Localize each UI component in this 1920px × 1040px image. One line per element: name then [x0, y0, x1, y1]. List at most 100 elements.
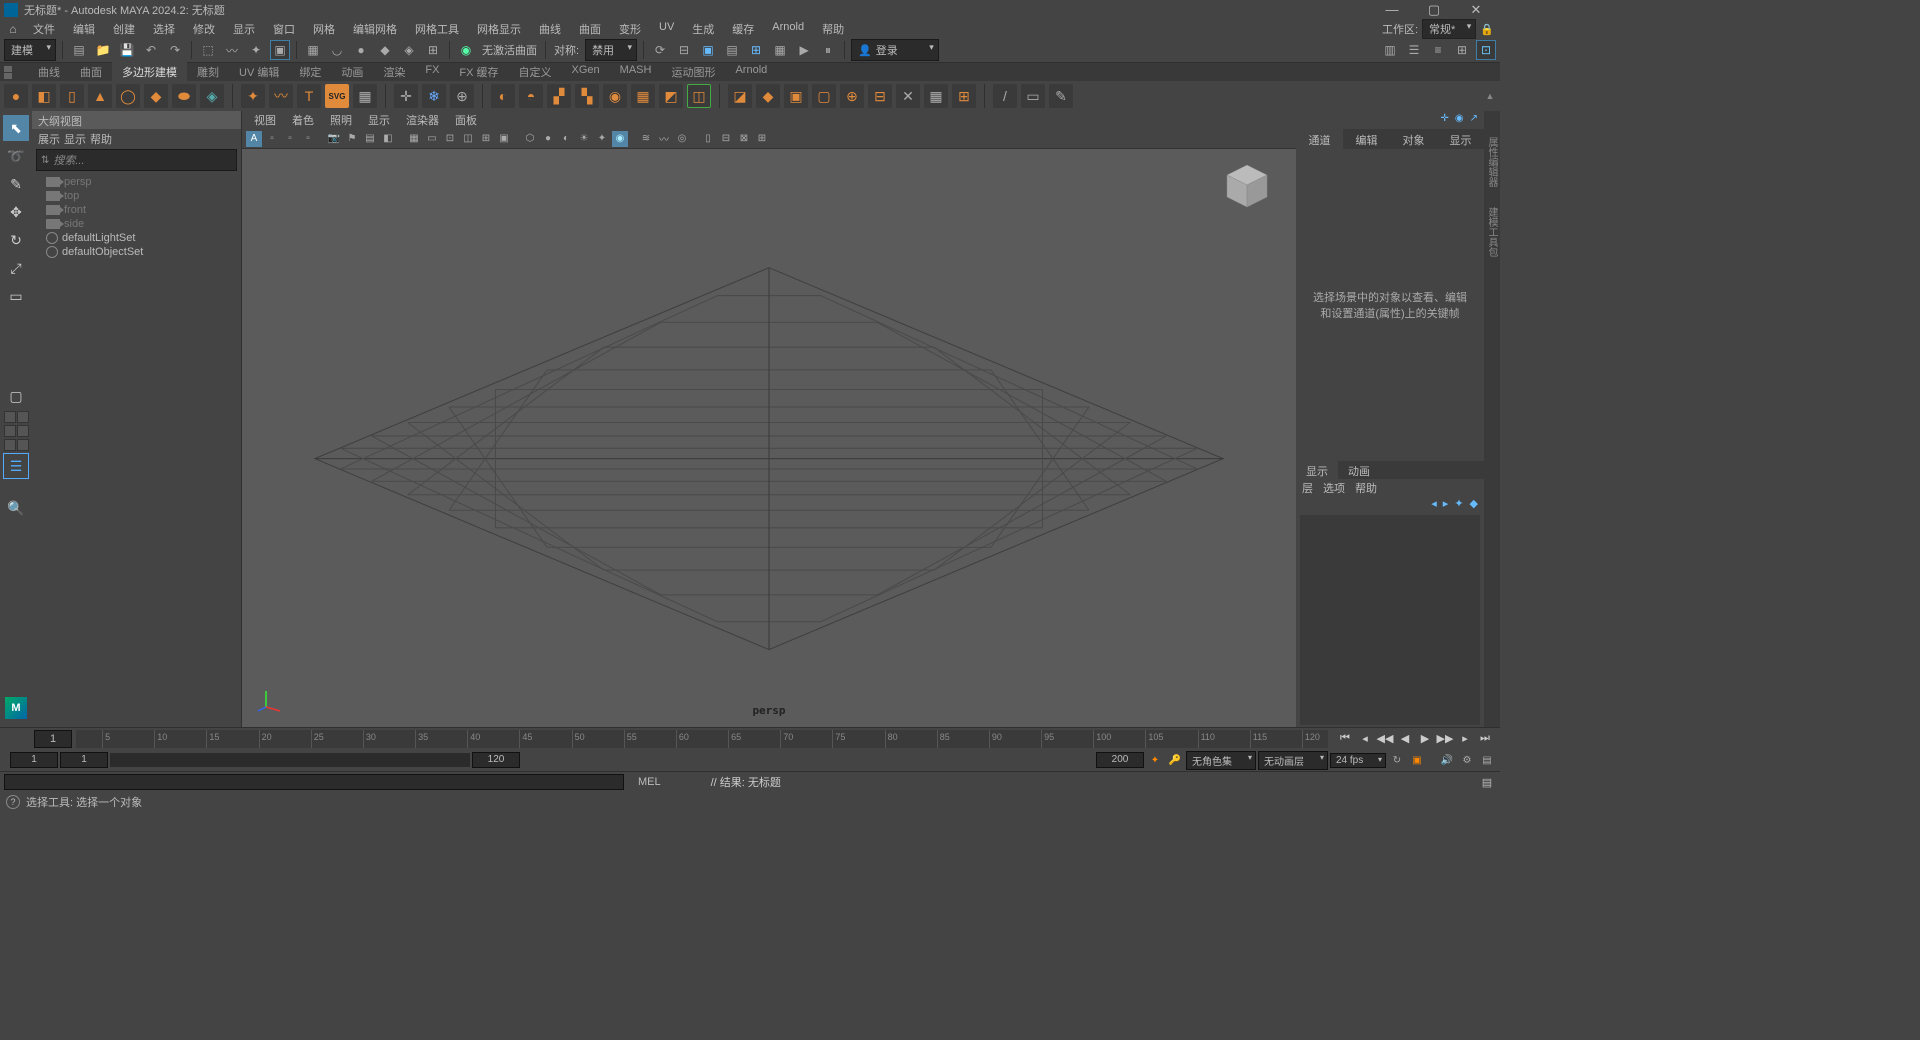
- paint-select-icon[interactable]: ✦: [246, 40, 266, 60]
- shelf-tab-6[interactable]: 动画: [331, 62, 373, 82]
- menu-Arnold[interactable]: Arnold: [763, 21, 813, 37]
- play-forward-button[interactable]: ▶: [1416, 730, 1434, 748]
- vp-xray-joint-icon[interactable]: ⊠: [736, 131, 752, 147]
- go-to-start-button[interactable]: ⏮: [1336, 730, 1354, 748]
- new-scene-icon[interactable]: ▤: [69, 40, 89, 60]
- retopo-icon[interactable]: ▦: [631, 84, 655, 108]
- vp-field-chart-icon[interactable]: ⊞: [478, 131, 494, 147]
- vp-menu-照明[interactable]: 照明: [322, 112, 360, 128]
- shelf-tab-0[interactable]: 曲线: [28, 62, 70, 82]
- search-tool-button[interactable]: 🔍: [3, 495, 29, 521]
- menu-文件[interactable]: 文件: [24, 21, 64, 37]
- rotate-tool-button[interactable]: ↻: [3, 227, 29, 253]
- lasso-tool-button[interactable]: ➰: [3, 143, 29, 169]
- select-mode-icon[interactable]: ⬚: [198, 40, 218, 60]
- channel-tab-显示[interactable]: 显示: [1437, 129, 1484, 149]
- channel-icon-3[interactable]: ↗: [1470, 113, 1478, 127]
- collapse-icon[interactable]: ⊟: [868, 84, 892, 108]
- vp-menu-面板[interactable]: 面板: [447, 112, 485, 128]
- poly-torus-icon[interactable]: ◯: [116, 84, 140, 108]
- range-track[interactable]: [110, 753, 470, 767]
- layer-move-down-icon[interactable]: ▸: [1443, 497, 1449, 511]
- autokey-toggle-icon[interactable]: ▣: [1408, 751, 1426, 769]
- vp-expose-icon[interactable]: ⊞: [754, 131, 770, 147]
- menu-帮助[interactable]: 帮助: [813, 21, 853, 37]
- command-input[interactable]: [4, 774, 624, 790]
- poly-cone-icon[interactable]: ▲: [88, 84, 112, 108]
- viewport-canvas[interactable]: persp: [242, 149, 1296, 727]
- sel-mask-icon[interactable]: ▣: [270, 40, 290, 60]
- viewcube-icon[interactable]: [1222, 161, 1272, 211]
- snap-grid-icon[interactable]: ▦: [303, 40, 323, 60]
- panel-layout-2-icon[interactable]: ☰: [1404, 40, 1424, 60]
- vp-2d-icon[interactable]: ◧: [380, 131, 396, 147]
- outliner-item-top[interactable]: top: [32, 189, 241, 203]
- menu-编辑网格[interactable]: 编辑网格: [344, 21, 406, 37]
- vp-menu-视图[interactable]: 视图: [246, 112, 284, 128]
- display-tab-显示[interactable]: 显示: [1296, 461, 1338, 479]
- ipr-render-icon[interactable]: ▤: [722, 40, 742, 60]
- bevel-icon[interactable]: ◆: [756, 84, 780, 108]
- menu-网格工具[interactable]: 网格工具: [406, 21, 468, 37]
- layer-menu-选项[interactable]: 选项: [1323, 480, 1345, 494]
- vp-safe-action-icon[interactable]: ▣: [496, 131, 512, 147]
- layout-small-4[interactable]: [17, 425, 29, 437]
- outliner-item-front[interactable]: front: [32, 203, 241, 217]
- help-icon[interactable]: ?: [6, 795, 20, 809]
- subdiv-icon[interactable]: ◉: [603, 84, 627, 108]
- step-forward-button[interactable]: ▶▶: [1436, 730, 1454, 748]
- vp-cam-icon[interactable]: 📷: [326, 131, 342, 147]
- vp-menu-显示[interactable]: 显示: [360, 112, 398, 128]
- lock-icon[interactable]: 🔒: [1480, 23, 1494, 36]
- audio-icon[interactable]: 🔊: [1438, 751, 1456, 769]
- outliner-item-defaultObjectSet[interactable]: defaultObjectSet: [32, 245, 241, 259]
- save-scene-icon[interactable]: 💾: [117, 40, 137, 60]
- connect-icon[interactable]: ⊞: [952, 84, 976, 108]
- layer-move-up-icon[interactable]: ◂: [1431, 497, 1437, 511]
- poly-disc-icon[interactable]: ⬬: [172, 84, 196, 108]
- channel-tab-编辑[interactable]: 编辑: [1343, 129, 1390, 149]
- step-back-key-button[interactable]: ◂: [1356, 730, 1374, 748]
- symmetry-dropdown[interactable]: 禁用: [585, 39, 637, 61]
- layer-list[interactable]: [1300, 515, 1480, 725]
- poly-sphere-icon[interactable]: ●: [4, 84, 28, 108]
- anim-layer-dropdown[interactable]: 无动画层: [1258, 751, 1328, 770]
- vp-btn-3[interactable]: ▫: [282, 131, 298, 147]
- target-weld-icon[interactable]: ▦: [924, 84, 948, 108]
- time-ruler[interactable]: 5101520253035404550556065707580859095100…: [76, 730, 1328, 748]
- triangulate-icon[interactable]: ◩: [659, 84, 683, 108]
- panel-layout-1-icon[interactable]: ▥: [1380, 40, 1400, 60]
- vp-smooth-shade-icon[interactable]: ●: [540, 131, 556, 147]
- vp-aa-icon[interactable]: ≋: [638, 131, 654, 147]
- display-tab-动画[interactable]: 动画: [1338, 461, 1380, 479]
- vp-btn-2[interactable]: ▫: [264, 131, 280, 147]
- channel-tab-对象[interactable]: 对象: [1390, 129, 1437, 149]
- extrude-icon[interactable]: ◪: [728, 84, 752, 108]
- menu-显示[interactable]: 显示: [224, 21, 264, 37]
- character-set-dropdown[interactable]: 无角色集: [1186, 751, 1256, 770]
- poly-cube-icon[interactable]: ◧: [32, 84, 56, 108]
- append-icon[interactable]: ⊕: [840, 84, 864, 108]
- menu-网格[interactable]: 网格: [304, 21, 344, 37]
- pause-icon[interactable]: ⏸: [818, 40, 838, 60]
- shelf-tab-11[interactable]: XGen: [562, 62, 610, 82]
- range-start-inner-field[interactable]: 1: [60, 752, 108, 768]
- separate-icon[interactable]: ◓: [519, 84, 543, 108]
- outliner-search-input[interactable]: 搜索...: [36, 149, 237, 171]
- workspace-dropdown[interactable]: 常规*: [1422, 19, 1476, 39]
- vp-shadows-icon[interactable]: ✦: [594, 131, 610, 147]
- menu-生成[interactable]: 生成: [683, 21, 723, 37]
- sculpt-icon[interactable]: 〰: [269, 84, 293, 108]
- mel-label[interactable]: MEL: [628, 776, 671, 788]
- outliner-item-persp[interactable]: persp: [32, 175, 241, 189]
- panel-layout-3-icon[interactable]: ≡: [1428, 40, 1448, 60]
- script-editor-icon[interactable]: ▤: [1478, 751, 1496, 769]
- fill-hole-icon[interactable]: ▢: [812, 84, 836, 108]
- shelf-tab-13[interactable]: 运动图形: [661, 62, 725, 82]
- layout-small-1[interactable]: [4, 411, 16, 423]
- layout-small-5[interactable]: [4, 439, 16, 451]
- vp-menu-着色[interactable]: 着色: [284, 112, 322, 128]
- type-tool-icon[interactable]: T: [297, 84, 321, 108]
- pivot-icon[interactable]: ✛: [394, 84, 418, 108]
- go-to-end-button[interactable]: ⏭: [1476, 730, 1494, 748]
